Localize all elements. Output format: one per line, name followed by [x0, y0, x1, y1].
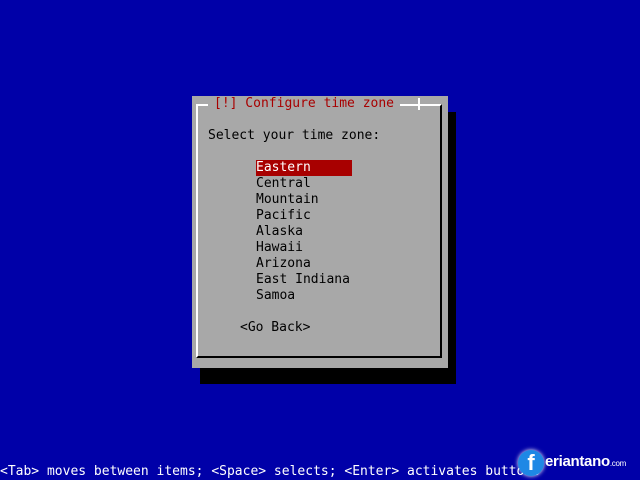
timezone-option-eastern[interactable]: Eastern: [256, 160, 352, 176]
timezone-list: Eastern Central Mountain Pacific Alaska …: [256, 160, 352, 304]
watermark: f eriantano.com: [518, 446, 626, 480]
timezone-option-pacific[interactable]: Pacific: [256, 208, 352, 224]
dialog-title: [!] Configure time zone: [208, 96, 401, 112]
timezone-option-arizona[interactable]: Arizona: [256, 256, 352, 272]
watermark-text: eriantano.com: [545, 454, 626, 472]
timezone-option-samoa[interactable]: Samoa: [256, 288, 352, 304]
timezone-option-central[interactable]: Central: [256, 176, 352, 192]
watermark-logo-icon: f: [518, 450, 544, 476]
title-right-tick: [418, 98, 420, 110]
go-back-button[interactable]: <Go Back>: [240, 320, 310, 336]
timezone-option-hawaii[interactable]: Hawaii: [256, 240, 352, 256]
watermark-name: eriantano: [545, 453, 610, 470]
timezone-option-mountain[interactable]: Mountain: [256, 192, 352, 208]
timezone-option-east-indiana[interactable]: East Indiana: [256, 272, 352, 288]
watermark-suffix: .com: [609, 459, 626, 468]
timezone-prompt: Select your time zone:: [208, 128, 381, 143]
timezone-option-alaska[interactable]: Alaska: [256, 224, 352, 240]
timezone-dialog: [!] Configure time zone Select your time…: [192, 96, 448, 368]
